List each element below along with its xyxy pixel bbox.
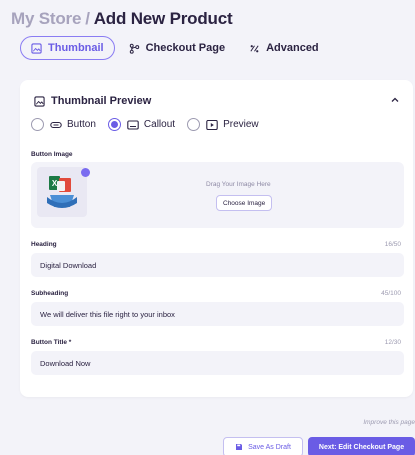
tab-label: Thumbnail <box>48 42 104 54</box>
subheading-label: Subheading <box>31 290 69 297</box>
next-edit-checkout-button[interactable]: Next: Edit Checkout Page <box>308 437 415 455</box>
tab-label: Advanced <box>266 42 319 54</box>
radio-button-option[interactable]: Button <box>31 118 96 131</box>
card-title-text: Thumbnail Preview <box>51 95 152 107</box>
choose-image-button[interactable]: Choose Image <box>216 195 273 211</box>
button-title-input[interactable]: Download Now <box>31 351 404 375</box>
button-image-thumbnail: X <box>37 167 87 217</box>
display-type-radio-group: Button Callout Preview <box>31 118 271 131</box>
button-title-label: Button Title * <box>31 339 72 346</box>
image-icon <box>34 95 45 107</box>
heading-label: Heading <box>31 241 57 248</box>
tab-advanced[interactable]: Advanced <box>239 36 329 60</box>
play-icon <box>206 119 218 130</box>
branch-icon <box>129 43 139 54</box>
radio-circle[interactable] <box>31 118 44 131</box>
drag-hint: Drag Your Image Here <box>206 181 271 188</box>
callout-icon <box>127 119 139 130</box>
breadcrumb-separator: / <box>85 9 90 28</box>
page-header: My Store / Add New Product <box>11 9 233 29</box>
radio-callout-option[interactable]: Callout <box>107 118 176 131</box>
save-as-draft-label: Save As Draft <box>248 443 291 451</box>
save-icon <box>236 444 243 450</box>
tab-label: Checkout Page <box>145 42 226 54</box>
tab-checkout-page[interactable]: Checkout Page <box>119 36 235 60</box>
tab-thumbnail[interactable]: Thumbnail <box>20 36 115 60</box>
button-icon <box>50 121 62 128</box>
card-title: Thumbnail Preview <box>34 95 151 107</box>
heading-input[interactable]: Digital Download <box>31 253 404 277</box>
heading-counter: 16/50 <box>384 241 401 248</box>
improve-page-link[interactable]: Improve this page <box>363 419 415 426</box>
download-illustration-icon: X <box>47 176 77 208</box>
subheading-input[interactable]: We will deliver this file right to your … <box>31 302 404 326</box>
radio-circle[interactable] <box>187 118 201 131</box>
thumbnail-preview-card: Thumbnail Preview Button Callout Preview… <box>20 80 413 397</box>
image-icon <box>31 42 42 54</box>
tab-bar: Thumbnail Checkout Page Advanced <box>20 36 333 60</box>
button-image-label: Button Image <box>31 151 73 158</box>
radio-preview-option[interactable]: Preview <box>187 118 259 131</box>
radio-label: Callout <box>143 119 176 130</box>
subheading-counter: 45/100 <box>381 290 401 297</box>
breadcrumb-store[interactable]: My Store <box>11 9 81 28</box>
radio-label: Button <box>67 119 96 130</box>
radio-label: Preview <box>223 119 259 130</box>
page-title: Add New Product <box>93 9 233 28</box>
remove-image-badge[interactable] <box>81 168 90 177</box>
sliders-icon <box>250 44 259 52</box>
radio-circle[interactable] <box>107 118 121 131</box>
save-as-draft-button[interactable]: Save As Draft <box>223 437 303 455</box>
chevron-up-icon[interactable] <box>389 94 401 106</box>
button-title-counter: 12/30 <box>384 339 401 346</box>
